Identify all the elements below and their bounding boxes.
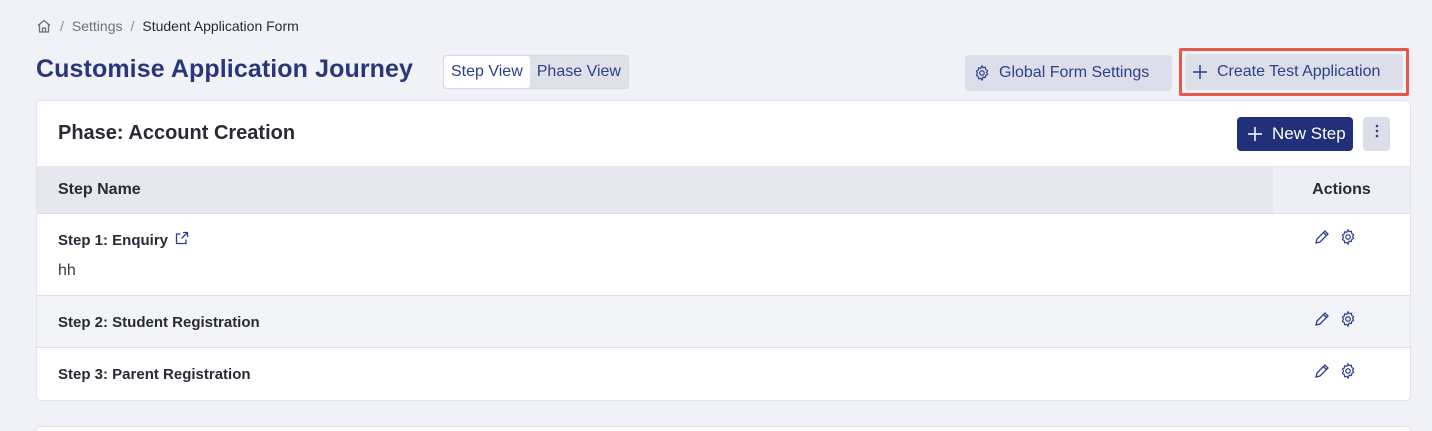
- tab-step-view[interactable]: Step View: [444, 56, 530, 88]
- phase-options-button[interactable]: [1363, 116, 1390, 151]
- plus-icon: [1246, 125, 1264, 143]
- plus-icon: [1191, 63, 1209, 81]
- step-name: Step 2: Student Registration: [58, 314, 260, 331]
- step-name-cell: Step 3: Parent Registration: [37, 348, 1273, 400]
- phase-title: Phase: Account Creation: [58, 122, 296, 144]
- global-form-settings-button[interactable]: Global Form Settings: [965, 55, 1172, 91]
- create-test-application-label: Create Test Application: [1217, 63, 1381, 80]
- create-test-application-button[interactable]: Create Test Application: [1185, 54, 1403, 90]
- breadcrumb-current: Student Application Form: [142, 18, 299, 34]
- step-name: Step 3: Parent Registration: [58, 366, 251, 383]
- column-actions: Actions: [1273, 167, 1410, 213]
- global-form-settings-label: Global Form Settings: [999, 64, 1150, 81]
- breadcrumb-separator: /: [130, 18, 135, 34]
- tab-phase-view[interactable]: Phase View: [530, 56, 628, 88]
- home-icon[interactable]: [36, 18, 52, 34]
- gear-icon[interactable]: [1339, 310, 1357, 328]
- step-name-cell: Step 1: Enquiry hh: [37, 214, 1273, 295]
- breadcrumb-separator: /: [60, 18, 64, 34]
- kebab-icon: [1375, 124, 1379, 143]
- phase-header-actions: New Step: [1237, 116, 1390, 151]
- new-step-label: New Step: [1272, 123, 1346, 143]
- steps-table-header: Step Name Actions: [37, 167, 1410, 214]
- step-name: Step 1: Enquiry: [58, 231, 1273, 249]
- column-step-name: Step Name: [58, 181, 141, 198]
- pencil-icon[interactable]: [1313, 228, 1331, 246]
- step-actions: [1273, 296, 1410, 347]
- breadcrumb: / Settings / Student Application Form: [36, 18, 299, 34]
- gear-icon: [973, 64, 991, 82]
- new-step-button[interactable]: New Step: [1237, 116, 1353, 151]
- view-toggle: Step View Phase View: [443, 55, 629, 89]
- pencil-icon[interactable]: [1313, 310, 1331, 328]
- next-phase-card: [36, 426, 1411, 431]
- external-link-icon[interactable]: [175, 231, 193, 249]
- table-row: Step 2: Student Registration: [37, 296, 1410, 348]
- step-actions: [1273, 348, 1410, 400]
- pencil-icon[interactable]: [1313, 362, 1331, 380]
- page-title: Customise Application Journey: [36, 55, 414, 83]
- table-row: Step 3: Parent Registration: [37, 348, 1410, 400]
- create-test-application-highlight: Create Test Application: [1179, 48, 1409, 96]
- phase-card: Phase: Account Creation New Step Step Na…: [36, 100, 1411, 401]
- step-actions: [1273, 214, 1410, 295]
- step-name-label: Step 1: Enquiry: [58, 231, 169, 249]
- table-row: Step 1: Enquiry hh: [37, 214, 1410, 296]
- phase-header: Phase: Account Creation New Step: [37, 101, 1410, 167]
- step-name-cell: Step 2: Student Registration: [37, 296, 1273, 347]
- gear-icon[interactable]: [1339, 228, 1357, 246]
- step-description: hh: [58, 262, 76, 279]
- breadcrumb-settings[interactable]: Settings: [72, 18, 123, 34]
- gear-icon[interactable]: [1339, 362, 1357, 380]
